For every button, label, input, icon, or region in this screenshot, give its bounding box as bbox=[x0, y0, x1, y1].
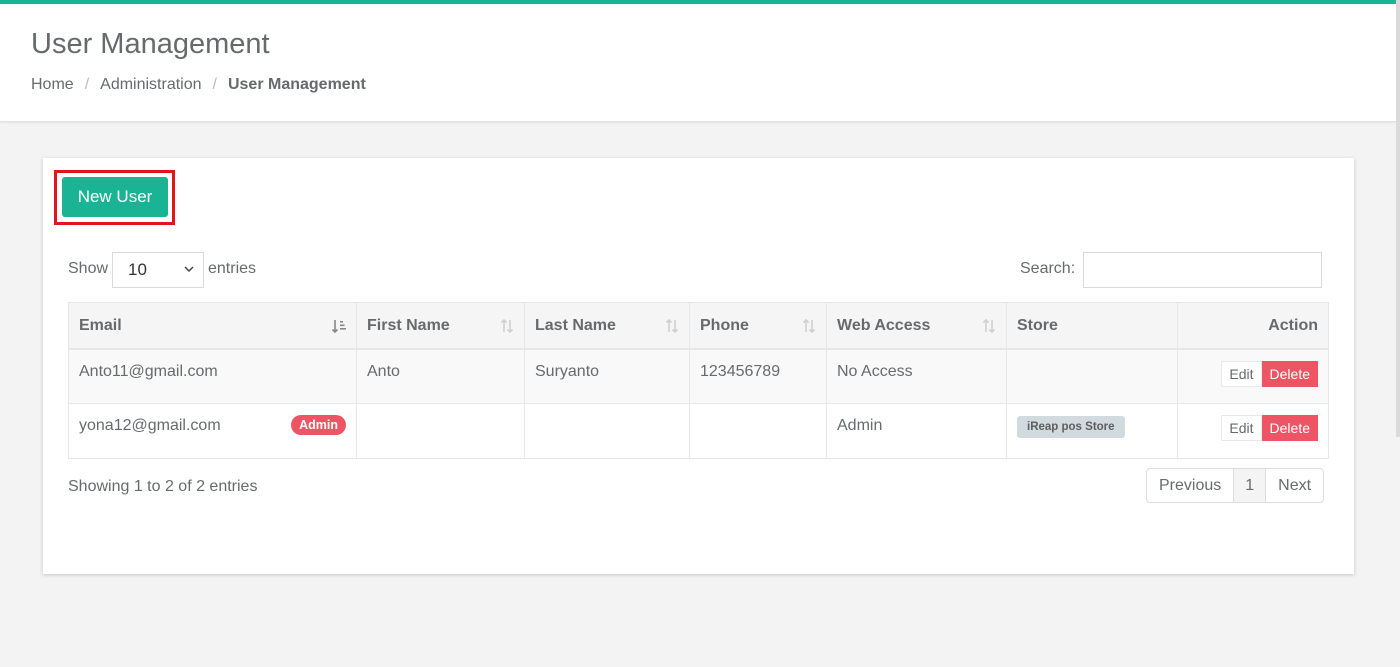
breadcrumb: Home / Administration / User Management bbox=[31, 76, 366, 94]
sort-icon bbox=[802, 318, 816, 334]
breadcrumb-separator: / bbox=[84, 76, 90, 93]
cell-first-name bbox=[356, 403, 525, 459]
edit-button[interactable]: Edit bbox=[1221, 360, 1262, 387]
breadcrumb-administration[interactable]: Administration bbox=[100, 76, 201, 94]
page-header: User Management Home / Administration / … bbox=[0, 4, 1400, 122]
cell-phone: 123456789 bbox=[689, 348, 827, 404]
edit-button[interactable]: Edit bbox=[1221, 415, 1262, 441]
column-header-phone[interactable]: Phone bbox=[689, 302, 827, 350]
table-info: Showing 1 to 2 of 2 entries bbox=[68, 478, 258, 495]
pagination-next[interactable]: Next bbox=[1266, 469, 1323, 502]
table-row: yona12@gmail.com Admin Admin iReap pos S… bbox=[68, 403, 1329, 459]
store-badge: iReap pos Store bbox=[1017, 416, 1125, 438]
sort-icon bbox=[982, 318, 996, 334]
cell-first-name: Anto bbox=[356, 348, 525, 404]
email-text: Anto11@gmail.com bbox=[79, 362, 218, 380]
entries-label: entries bbox=[208, 260, 257, 277]
column-header-store: Store bbox=[1006, 302, 1178, 350]
search-label: Search: bbox=[1020, 260, 1076, 277]
column-header-label: Web Access bbox=[837, 317, 931, 334]
pagination-previous[interactable]: Previous bbox=[1147, 469, 1235, 502]
cell-web-access: No Access bbox=[826, 348, 1007, 404]
cell-action: Edit Delete bbox=[1177, 403, 1329, 459]
search-input[interactable] bbox=[1083, 252, 1322, 288]
column-header-action: Action bbox=[1177, 302, 1329, 350]
sort-icon bbox=[500, 318, 514, 334]
pagination-page-1[interactable]: 1 bbox=[1234, 469, 1267, 502]
row-actions: Edit Delete bbox=[1221, 415, 1318, 441]
chevron-down-icon bbox=[184, 266, 194, 273]
new-user-button[interactable]: New User bbox=[62, 177, 168, 217]
column-header-label: Phone bbox=[700, 317, 749, 334]
row-actions: Edit Delete bbox=[1221, 360, 1318, 387]
cell-email: yona12@gmail.com Admin bbox=[68, 403, 357, 459]
show-label: Show bbox=[68, 260, 109, 277]
table-header-row: Email First Name Last Name Phone Web Acc… bbox=[68, 302, 1329, 350]
cell-store bbox=[1006, 348, 1178, 404]
page-scrollbar[interactable] bbox=[1396, 0, 1400, 437]
sort-icon bbox=[665, 318, 679, 334]
column-header-first-name[interactable]: First Name bbox=[356, 302, 525, 350]
page-title: User Management bbox=[31, 28, 270, 60]
sort-ascending-icon bbox=[331, 320, 346, 334]
table-row: Anto11@gmail.com Anto Suryanto 123456789… bbox=[68, 348, 1329, 404]
cell-action: Edit Delete bbox=[1177, 348, 1329, 404]
delete-button[interactable]: Delete bbox=[1261, 360, 1318, 387]
entries-per-page-value: 10 bbox=[128, 260, 147, 279]
cell-phone bbox=[689, 403, 827, 459]
column-header-web-access[interactable]: Web Access bbox=[826, 302, 1007, 350]
column-header-label: Store bbox=[1017, 317, 1058, 334]
breadcrumb-separator: / bbox=[212, 76, 217, 93]
admin-badge: Admin bbox=[291, 415, 346, 435]
cell-last-name bbox=[524, 403, 690, 459]
column-header-last-name[interactable]: Last Name bbox=[524, 302, 690, 350]
cell-email: Anto11@gmail.com bbox=[68, 348, 357, 404]
pagination: Previous 1 Next bbox=[1146, 468, 1325, 503]
breadcrumb-home[interactable]: Home bbox=[31, 76, 74, 94]
breadcrumb-current: User Management bbox=[227, 76, 366, 93]
email-text: yona12@gmail.com bbox=[79, 417, 221, 434]
column-header-label: Action bbox=[1268, 317, 1318, 334]
cell-store: iReap pos Store bbox=[1006, 403, 1178, 459]
column-header-label: Last Name bbox=[535, 317, 616, 334]
column-header-email[interactable]: Email bbox=[68, 302, 357, 350]
delete-button[interactable]: Delete bbox=[1261, 415, 1318, 441]
entries-per-page-select[interactable]: 10 bbox=[112, 252, 204, 288]
cell-web-access: Admin bbox=[826, 403, 1007, 459]
column-header-label: First Name bbox=[367, 317, 450, 334]
cell-last-name: Suryanto bbox=[524, 348, 690, 404]
column-header-label: Email bbox=[79, 317, 122, 334]
users-table: Email First Name Last Name Phone Web Acc… bbox=[68, 302, 1329, 459]
